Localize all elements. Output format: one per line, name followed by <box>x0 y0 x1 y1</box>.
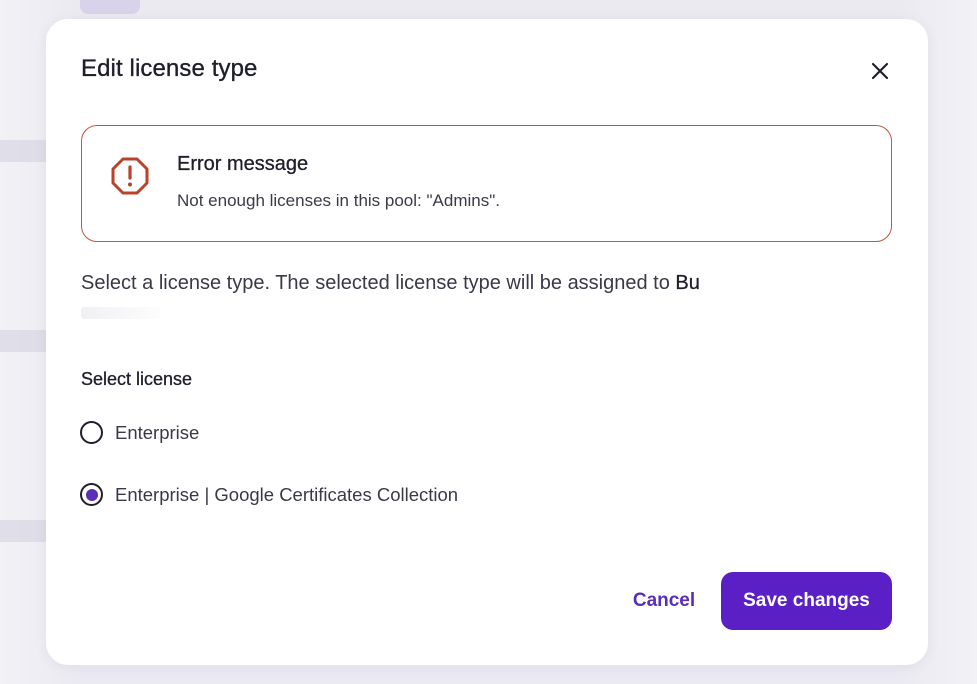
error-octagon-icon <box>111 157 149 195</box>
license-option-enterprise-google-certificates[interactable]: Enterprise | Google Certificates Collect… <box>80 483 458 506</box>
radio-button[interactable] <box>80 421 103 444</box>
license-option-enterprise[interactable]: Enterprise <box>80 421 199 444</box>
license-option-label: Enterprise | Google Certificates Collect… <box>115 483 459 505</box>
backdrop-strip <box>0 140 46 162</box>
redacted-text <box>81 307 161 319</box>
error-title: Error message <box>177 153 309 175</box>
dialog-title: Edit license type <box>81 55 258 82</box>
description-text: Select a license type. The selected lice… <box>81 272 676 294</box>
close-icon <box>871 62 889 80</box>
dialog-description: Select a license type. The selected lice… <box>81 272 821 295</box>
radio-button-selected[interactable] <box>80 483 103 506</box>
backdrop-strip <box>0 520 46 542</box>
error-alert: Error message Not enough licenses in thi… <box>81 125 892 242</box>
error-text: Not enough licenses in this pool: "Admin… <box>177 191 500 210</box>
select-license-label: Select license <box>81 369 193 389</box>
backdrop-strip <box>0 330 46 352</box>
cancel-button[interactable]: Cancel <box>616 572 712 630</box>
save-changes-button[interactable]: Save changes <box>721 572 892 630</box>
backdrop-element <box>80 0 140 14</box>
close-button[interactable] <box>866 57 894 85</box>
license-option-label: Enterprise <box>115 421 200 443</box>
assignee-name: Bu <box>675 272 700 294</box>
edit-license-dialog: Edit license type Error message Not enou… <box>46 19 928 665</box>
